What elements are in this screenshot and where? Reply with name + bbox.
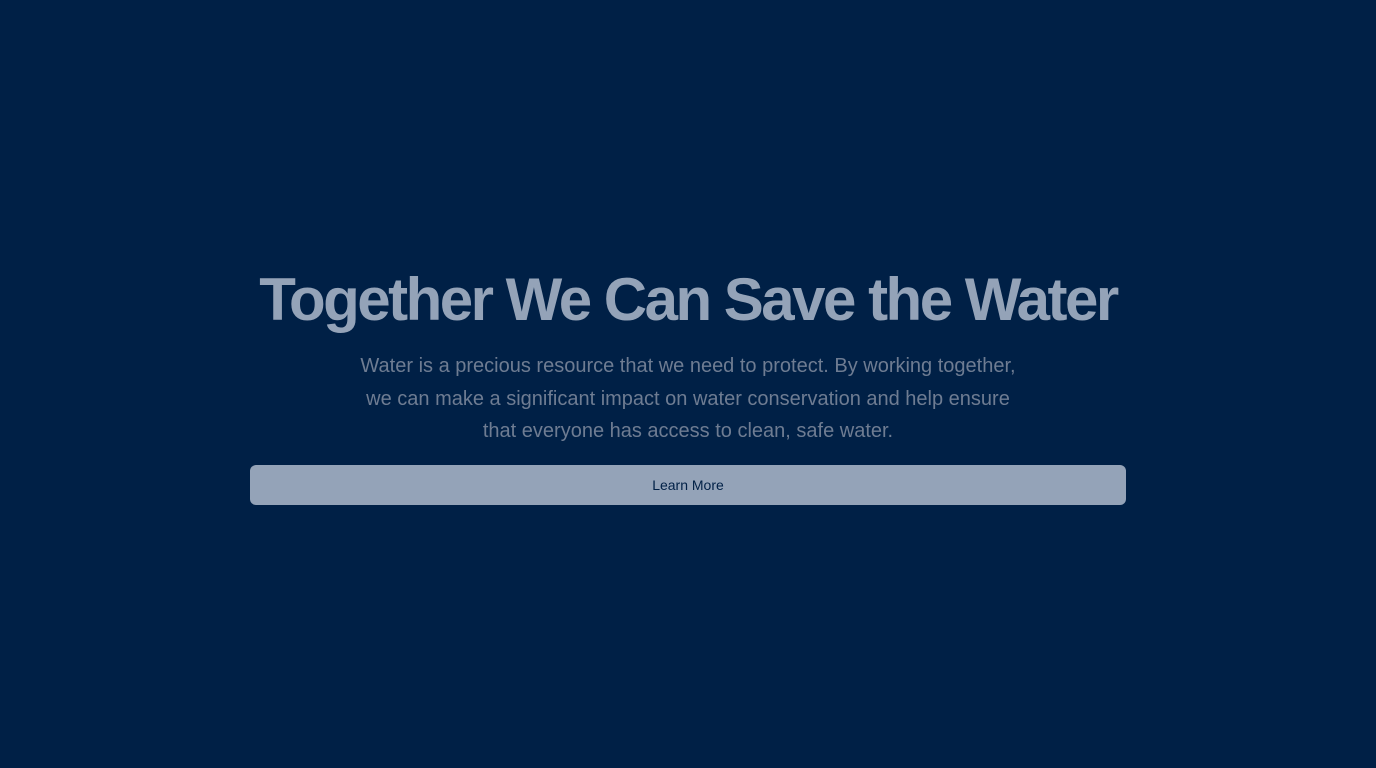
hero-section: Together We Can Save the Water Water is … bbox=[250, 262, 1126, 505]
hero-description: Water is a precious resource that we nee… bbox=[360, 355, 1016, 442]
hero-title: Together We Can Save the Water bbox=[259, 266, 1119, 333]
learn-more-button-label: Learn More bbox=[652, 476, 724, 493]
learn-more-button[interactable]: Learn More bbox=[250, 464, 1126, 505]
